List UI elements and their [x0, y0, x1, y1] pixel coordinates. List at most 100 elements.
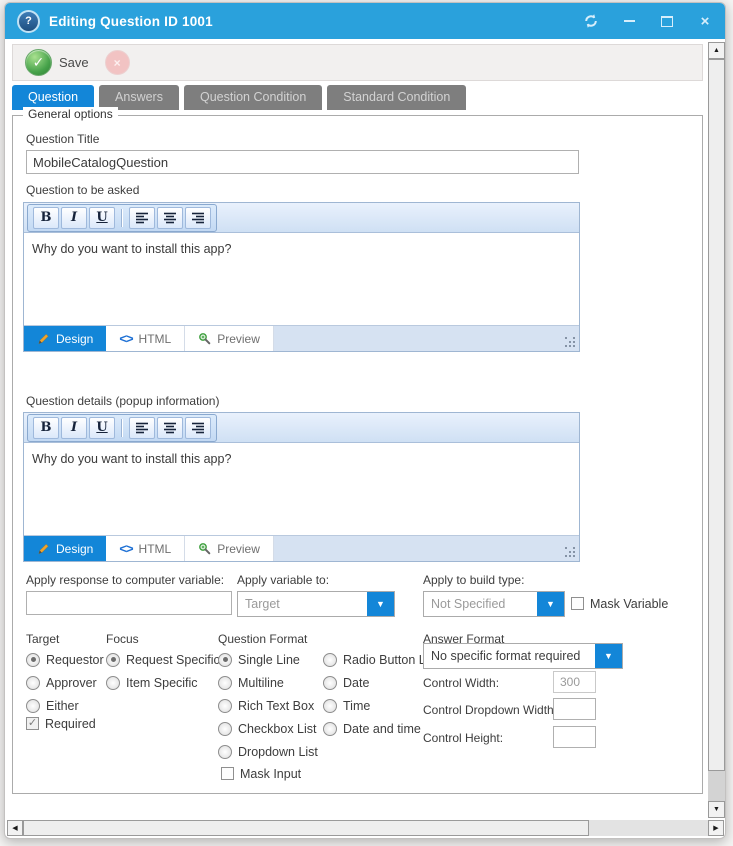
- radio-icon: [218, 745, 232, 759]
- control-width-input[interactable]: [553, 671, 596, 693]
- scroll-up-icon[interactable]: ▲: [708, 42, 725, 59]
- editor-mode-bar: Design <> HTML Preview: [24, 325, 579, 351]
- save-button[interactable]: ✓ Save: [25, 49, 89, 76]
- preview-mode-label: Preview: [217, 332, 260, 346]
- radio-radio-button-list[interactable]: Radio Button List: [323, 652, 438, 667]
- build-type-select[interactable]: Not Specified ▼: [423, 591, 565, 617]
- refresh-icon[interactable]: [583, 13, 599, 29]
- radio-icon: [106, 676, 120, 690]
- question-title-label: Question Title: [26, 132, 99, 146]
- build-type-value: Not Specified: [424, 592, 537, 616]
- design-mode-tab[interactable]: Design: [24, 536, 106, 561]
- radio-icon: [26, 653, 40, 667]
- scroll-left-icon[interactable]: ◀: [7, 820, 23, 836]
- vertical-scrollbar-thumb[interactable]: [708, 59, 725, 771]
- align-left-button[interactable]: [129, 207, 155, 229]
- align-right-button[interactable]: [185, 207, 211, 229]
- vertical-scrollbar[interactable]: ▲ ▼: [708, 42, 725, 818]
- radio-multiline[interactable]: Multiline: [218, 675, 284, 690]
- align-right-button[interactable]: [185, 417, 211, 439]
- resize-grip[interactable]: [565, 337, 575, 347]
- radio-checkbox-list[interactable]: Checkbox List: [218, 721, 317, 736]
- radio-either[interactable]: Either: [26, 698, 79, 713]
- mask-input-checkbox[interactable]: Mask Input: [221, 766, 301, 781]
- horizontal-scrollbar[interactable]: ◀ ▶: [7, 820, 724, 836]
- question-details-editor: B I U Why do you want to install this ap…: [23, 412, 580, 562]
- scroll-right-icon[interactable]: ▶: [708, 820, 724, 836]
- close-icon[interactable]: ×: [697, 13, 713, 29]
- horizontal-scrollbar-thumb[interactable]: [23, 820, 589, 836]
- align-center-button[interactable]: [157, 417, 183, 439]
- maximize-icon[interactable]: [659, 13, 675, 29]
- radio-label: Rich Text Box: [238, 699, 314, 713]
- tab-question-condition[interactable]: Question Condition: [184, 85, 322, 110]
- html-mode-tab[interactable]: <> HTML: [106, 326, 185, 351]
- radio-label: Item Specific: [126, 676, 198, 690]
- code-icon: <>: [119, 541, 132, 556]
- radio-single-line[interactable]: Single Line: [218, 652, 300, 667]
- preview-mode-tab[interactable]: Preview: [185, 326, 274, 351]
- required-checkbox[interactable]: Required: [26, 716, 96, 731]
- question-details-content[interactable]: Why do you want to install this app?: [24, 443, 579, 535]
- radio-date-and-time[interactable]: Date and time: [323, 721, 421, 736]
- html-mode-tab[interactable]: <> HTML: [106, 536, 185, 561]
- design-mode-label: Design: [56, 332, 93, 346]
- radio-requestor[interactable]: Requestor: [26, 652, 104, 667]
- caption-buttons: ×: [583, 13, 713, 29]
- bold-button[interactable]: B: [33, 417, 59, 439]
- radio-date[interactable]: Date: [323, 675, 369, 690]
- pencil-icon: [37, 332, 50, 345]
- magnifier-icon: [198, 332, 211, 345]
- apply-variable-to-value: Target: [238, 592, 367, 616]
- radio-request-specific[interactable]: Request Specific: [106, 652, 220, 667]
- toolbar-separator: [121, 419, 123, 437]
- toolbar: ✓ Save ×: [12, 44, 703, 81]
- tab-standard-condition[interactable]: Standard Condition: [327, 85, 466, 110]
- radio-icon: [323, 653, 337, 667]
- align-left-button[interactable]: [129, 417, 155, 439]
- chevron-down-icon[interactable]: ▼: [367, 592, 394, 616]
- radio-icon: [26, 699, 40, 713]
- question-title-input[interactable]: [26, 150, 579, 174]
- design-mode-label: Design: [56, 542, 93, 556]
- question-asked-content[interactable]: Why do you want to install this app?: [24, 233, 579, 325]
- radio-label: Single Line: [238, 653, 300, 667]
- apply-variable-input[interactable]: [26, 591, 232, 615]
- html-mode-label: HTML: [139, 332, 172, 346]
- control-height-input[interactable]: [553, 726, 596, 748]
- design-mode-tab[interactable]: Design: [24, 326, 106, 351]
- radio-dropdown-list[interactable]: Dropdown List: [218, 744, 318, 759]
- radio-label: Request Specific: [126, 653, 220, 667]
- bold-button[interactable]: B: [33, 207, 59, 229]
- apply-variable-to-select[interactable]: Target ▼: [237, 591, 395, 617]
- radio-approver[interactable]: Approver: [26, 675, 97, 690]
- underline-button[interactable]: U: [89, 417, 115, 439]
- radio-label: Checkbox List: [238, 722, 317, 736]
- minimize-icon[interactable]: [621, 13, 637, 29]
- radio-item-specific[interactable]: Item Specific: [106, 675, 198, 690]
- chevron-down-icon[interactable]: ▼: [537, 592, 564, 616]
- magnifier-icon: [198, 542, 211, 555]
- resize-grip[interactable]: [565, 547, 575, 557]
- format-button-group: B I U: [27, 204, 217, 232]
- control-dropdown-width-input[interactable]: [553, 698, 596, 720]
- preview-mode-tab[interactable]: Preview: [185, 536, 274, 561]
- title-bar: ? Editing Question ID 1001 ×: [5, 3, 725, 39]
- required-label: Required: [45, 717, 96, 731]
- radio-time[interactable]: Time: [323, 698, 370, 713]
- radio-label: Time: [343, 699, 370, 713]
- radio-label: Dropdown List: [238, 745, 318, 759]
- answer-format-select[interactable]: No specific format required ▼: [423, 643, 623, 669]
- chevron-down-icon[interactable]: ▼: [595, 644, 622, 668]
- italic-button[interactable]: I: [61, 417, 87, 439]
- mask-variable-checkbox[interactable]: Mask Variable: [571, 596, 668, 611]
- help-icon[interactable]: ?: [17, 10, 40, 33]
- italic-button[interactable]: I: [61, 207, 87, 229]
- edit-question-dialog: ? Editing Question ID 1001 × ✓ Save × Qu: [4, 2, 726, 839]
- scroll-down-icon[interactable]: ▼: [708, 801, 725, 818]
- align-center-button[interactable]: [157, 207, 183, 229]
- underline-button[interactable]: U: [89, 207, 115, 229]
- answer-format-value: No specific format required: [424, 644, 595, 668]
- radio-label: Date: [343, 676, 369, 690]
- radio-rich-text-box[interactable]: Rich Text Box: [218, 698, 314, 713]
